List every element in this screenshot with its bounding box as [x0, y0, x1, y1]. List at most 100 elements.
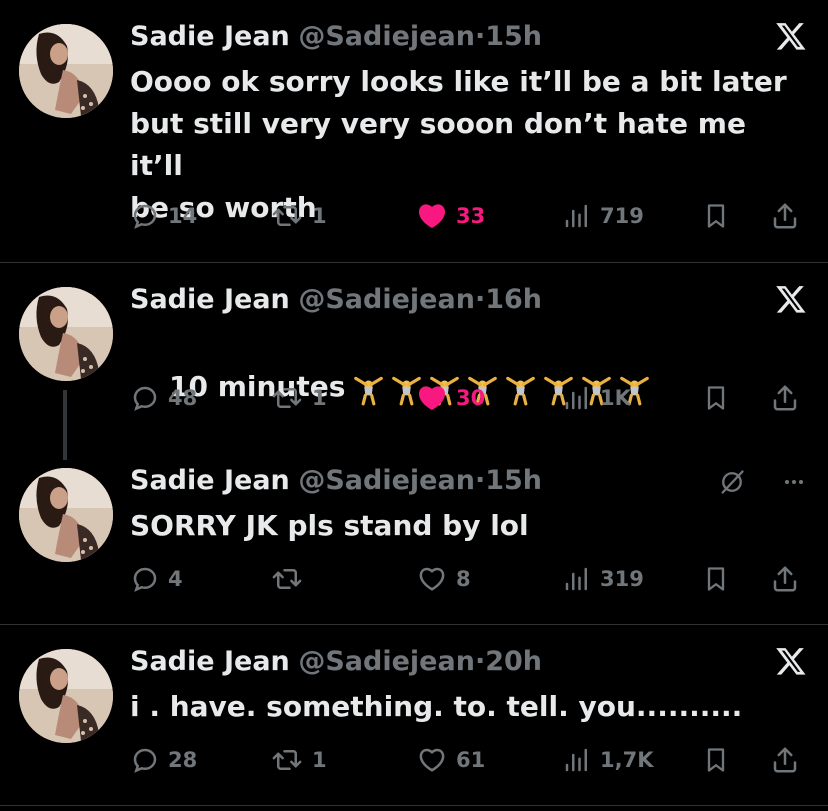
like-count: 30: [456, 386, 486, 410]
like-count: 33: [456, 204, 486, 228]
separator-dot: ·: [474, 21, 486, 52]
x-logo-icon[interactable]: [774, 645, 808, 677]
reply-button[interactable]: 14: [130, 198, 197, 234]
display-name[interactable]: Sadie Jean: [130, 465, 290, 496]
separator-dot: ·: [474, 646, 486, 677]
tweet-header: Sadie Jean @Sadiejean·15h: [130, 461, 542, 501]
timestamp[interactable]: 15h: [485, 465, 542, 496]
share-icon: [773, 203, 797, 229]
tweet-header: Sadie Jean @Sadiejean·16h: [130, 280, 542, 320]
tweet[interactable]: Sadie Jean @Sadiejean·15h SORRY JK pls s…: [0, 444, 828, 624]
share-button[interactable]: [770, 198, 800, 234]
bookmark-icon: [707, 204, 725, 228]
repost-icon: [272, 206, 302, 226]
reply-count: 4: [168, 567, 183, 591]
avatar-photo: [19, 649, 113, 743]
timestamp[interactable]: 16h: [485, 284, 542, 315]
view-count: 1K: [600, 386, 631, 410]
user-handle[interactable]: @Sadiejean: [298, 284, 475, 315]
repost-count: 1: [312, 204, 327, 228]
tweet[interactable]: Sadie Jean @Sadiejean·16h 10 minutes 48 …: [0, 263, 828, 460]
avatar[interactable]: [19, 287, 113, 381]
more-icon[interactable]: [780, 470, 808, 494]
bookmark-icon: [707, 567, 725, 591]
avatar[interactable]: [19, 468, 113, 562]
reply-icon: [133, 748, 157, 773]
repost-icon: [272, 569, 302, 589]
share-icon: [773, 747, 797, 773]
heart-outline-icon: [419, 567, 445, 591]
reply-button[interactable]: 28: [130, 742, 197, 778]
view-count: 1,7K: [600, 748, 654, 772]
views-icon: [565, 386, 587, 410]
bookmark-button[interactable]: [702, 742, 730, 778]
share-icon: [773, 385, 797, 411]
share-button[interactable]: [770, 742, 800, 778]
user-handle[interactable]: @Sadiejean: [298, 465, 475, 496]
views-button[interactable]: 719: [562, 198, 644, 234]
avatar[interactable]: [19, 649, 113, 743]
x-logo-icon[interactable]: [774, 283, 808, 315]
bookmark-icon: [707, 386, 725, 410]
repost-icon: [272, 388, 302, 408]
separator-dot: ·: [474, 465, 486, 496]
avatar-photo: [19, 468, 113, 562]
heart-filled-icon: [418, 204, 446, 228]
repost-button[interactable]: [270, 561, 312, 597]
display-name[interactable]: Sadie Jean: [130, 284, 290, 315]
action-bar: 48 1 30 1K: [130, 380, 810, 416]
views-button[interactable]: 319: [562, 561, 644, 597]
user-handle[interactable]: @Sadiejean: [298, 646, 475, 677]
avatar[interactable]: [19, 24, 113, 118]
bookmark-button[interactable]: [702, 380, 730, 416]
timestamp[interactable]: 20h: [485, 646, 542, 677]
user-handle[interactable]: @Sadiejean: [298, 21, 475, 52]
like-button[interactable]: 8: [416, 561, 471, 597]
tweet[interactable]: Sadie Jean @Sadiejean·15h Oooo ok sorry …: [0, 0, 828, 262]
bookmark-button[interactable]: [702, 198, 730, 234]
like-count: 8: [456, 567, 471, 591]
heart-outline-icon: [419, 748, 445, 772]
views-icon: [565, 204, 587, 228]
repost-button[interactable]: 1: [270, 380, 327, 416]
tweet[interactable]: Sadie Jean @Sadiejean·20h i . have. some…: [0, 625, 828, 805]
separator-dot: ·: [474, 284, 486, 315]
like-button[interactable]: 61: [416, 742, 485, 778]
view-count: 719: [600, 204, 644, 228]
reply-count: 48: [168, 386, 198, 410]
reply-icon: [133, 567, 157, 592]
timestamp[interactable]: 15h: [485, 21, 542, 52]
like-button[interactable]: 33: [416, 198, 485, 234]
avatar-photo: [19, 24, 113, 118]
repost-count: 1: [312, 386, 327, 410]
share-icon: [773, 566, 797, 592]
display-name[interactable]: Sadie Jean: [130, 21, 290, 52]
repost-button[interactable]: 1: [270, 742, 327, 778]
repost-icon: [272, 750, 302, 770]
divider: [0, 805, 828, 806]
bookmark-button[interactable]: [702, 561, 730, 597]
reply-button[interactable]: 48: [130, 380, 197, 416]
share-button[interactable]: [770, 561, 800, 597]
heart-filled-icon: [418, 386, 446, 410]
like-button[interactable]: 30: [416, 380, 485, 416]
display-name[interactable]: Sadie Jean: [130, 646, 290, 677]
action-bar: 28 1 61 1,7K: [130, 742, 810, 778]
action-bar: 14 1 33 719: [130, 198, 810, 234]
avatar-photo: [19, 287, 113, 381]
views-button[interactable]: 1,7K: [562, 742, 653, 778]
reply-icon: [133, 386, 157, 411]
views-icon: [565, 748, 587, 772]
views-icon: [565, 567, 587, 591]
view-count: 319: [600, 567, 644, 591]
mute-icon[interactable]: [718, 468, 746, 496]
share-button[interactable]: [770, 380, 800, 416]
tweet-header: Sadie Jean @Sadiejean·20h: [130, 642, 542, 682]
tweet-header: Sadie Jean @Sadiejean·15h: [130, 17, 542, 57]
reply-count: 28: [168, 748, 198, 772]
repost-button[interactable]: 1: [270, 198, 327, 234]
action-bar: 4 8 319: [130, 561, 810, 597]
reply-button[interactable]: 4: [130, 561, 183, 597]
x-logo-icon[interactable]: [774, 20, 808, 52]
views-button[interactable]: 1K: [562, 380, 631, 416]
